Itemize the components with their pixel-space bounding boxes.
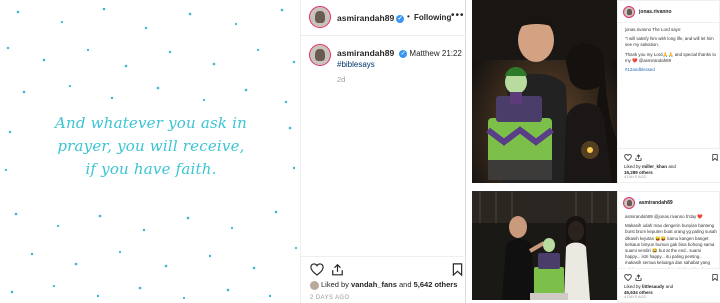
liker-username[interactable]: miller_khan (642, 164, 667, 169)
liker-avatar (310, 280, 319, 290)
liker-username[interactable]: littlesaudy (642, 284, 664, 289)
post-actions: Liked by littlesaudy and 45,634 others 4… (618, 268, 720, 302)
more-options-icon[interactable]: ••• (451, 10, 465, 21)
post-actions: Liked by vandah_fans and 5,642 others 2 … (301, 256, 467, 303)
quote-line: prayer, you will receive, (57, 137, 245, 155)
verified-badge-icon: ✓ (399, 49, 408, 58)
caption-username[interactable]: asmirandah89 (337, 48, 394, 58)
photo-illustration (472, 0, 617, 183)
birthday-photo-couple[interactable] (472, 0, 617, 183)
likes-prefix: Liked by (624, 284, 641, 289)
username-text[interactable]: asmirandah89 (337, 13, 394, 23)
post-sidebar-jonas: jonas.rivanno jonas.rivanno The Lord say… (617, 0, 720, 183)
hashtag-link[interactable]: #12andblessed (625, 67, 717, 73)
bookmark-icon[interactable] (712, 154, 718, 161)
liker-username[interactable]: vandah_fans (351, 280, 397, 289)
caption-reference: Matthew 21:22 (409, 49, 462, 58)
avatar[interactable] (623, 197, 635, 209)
post-date: 4 DAYS AGO (624, 175, 647, 179)
caption-text: asmirandah89 ✓ Matthew 21:22 #biblesays (337, 48, 465, 70)
quote-line: And whatever you ask in (55, 114, 247, 132)
bookmark-icon[interactable] (712, 274, 718, 281)
hashtag-link[interactable]: #biblesays (337, 60, 375, 69)
following-button[interactable]: Following (414, 13, 451, 22)
post-header: jonas.rivanno (618, 1, 720, 23)
likes-and: and (668, 164, 676, 169)
heart-icon[interactable] (624, 274, 632, 281)
photo-illustration (472, 191, 617, 300)
bookmark-icon[interactable] (452, 263, 463, 276)
likes-and: and (665, 284, 674, 289)
post-date: 2 DAYS AGO (310, 295, 350, 301)
caption-line: Thank you my Lord🙏🙏 and special thanks t… (625, 51, 716, 63)
caption-timestamp: 2d (337, 75, 346, 84)
post-header: asmirandah89 ✓ • Following ••• (301, 0, 467, 36)
birthday-photo-group[interactable] (472, 191, 617, 300)
likes-count[interactable]: 5,642 others (414, 280, 458, 289)
share-icon[interactable] (635, 154, 642, 161)
post-header: asmirandah89 (618, 192, 720, 214)
share-icon[interactable] (331, 263, 344, 276)
quote-image: And whatever you ask in prayer, you will… (0, 0, 300, 303)
instagram-screenshot-collage: And whatever you ask in prayer, you will… (0, 0, 720, 303)
separator-dot: • (407, 12, 410, 21)
likes-prefix: Liked by (624, 164, 641, 169)
caption-line: jonas.rivanno The Lord says: (625, 27, 682, 32)
avatar[interactable] (309, 44, 331, 66)
heart-icon[interactable] (310, 263, 324, 276)
username[interactable]: asmirandah89 (639, 200, 673, 206)
likes-summary: Liked by vandah_fans and 5,642 others (310, 280, 465, 290)
username[interactable]: jonas.rivanno (639, 9, 672, 15)
likes-and: and (398, 280, 412, 289)
avatar[interactable] (623, 6, 635, 18)
caption-line: asmirandah89 @jonas.rivanno b'day ❤️ (625, 214, 703, 219)
heart-icon[interactable] (624, 154, 632, 161)
caption-text: jonas.rivanno The Lord says: "I will sat… (625, 27, 717, 76)
share-icon[interactable] (635, 274, 642, 281)
post-actions: Liked by miller_khan and 15,289 others 4… (618, 148, 720, 182)
quote-line: if you have faith. (85, 160, 217, 178)
post-sidebar-asmirandah: asmirandah89 asmirandah89 @jonas.rivanno… (617, 191, 720, 303)
quote-text: And whatever you ask in prayer, you will… (22, 112, 280, 181)
post-date: 4 DAYS AGO (624, 295, 647, 299)
username[interactable]: asmirandah89 ✓ (337, 13, 405, 23)
verified-badge-icon: ✓ (396, 14, 405, 23)
caption-line: "I will satisfy him with long life, and … (625, 36, 714, 48)
likes-prefix: Liked by (321, 280, 349, 289)
caption-text: asmirandah89 @jonas.rivanno b'day ❤️ Mak… (625, 214, 717, 268)
avatar[interactable] (309, 6, 331, 28)
post-sidebar: asmirandah89 ✓ • Following ••• asmirandah… (300, 0, 467, 303)
post-asmirandah-quote: And whatever you ask in prayer, you will… (0, 0, 467, 303)
caption-line: Makasih udah mau dengerin bunyian banten… (625, 223, 717, 268)
